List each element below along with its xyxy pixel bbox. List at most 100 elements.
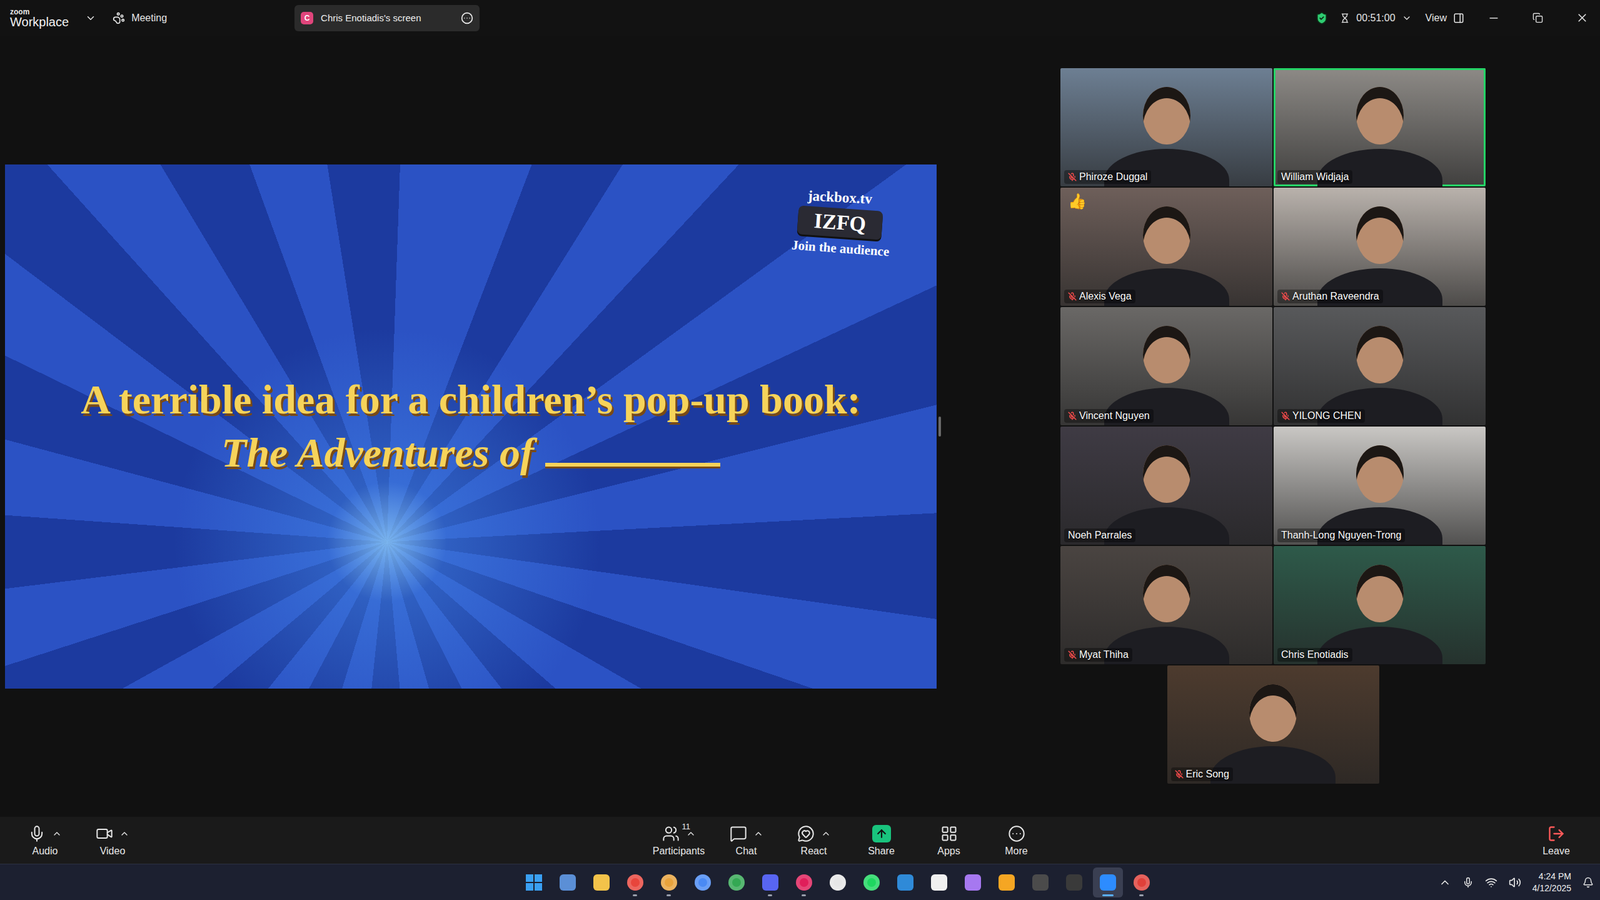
taskbar-app[interactable] [620,867,651,898]
notification-icon[interactable] [1582,876,1594,888]
video-tile[interactable]: Phiroze Duggal [1060,68,1273,187]
video-tile[interactable]: Vincent Nguyen [1060,306,1273,426]
taskbar-app[interactable] [1126,867,1157,898]
participant-name: Eric Song [1186,768,1230,780]
show-hidden-icon[interactable] [1438,875,1452,889]
hourglass-icon [1339,13,1350,24]
taskbar-app[interactable] [552,867,583,898]
person-head [1142,206,1191,264]
restore-button[interactable] [1519,0,1556,36]
taskbar-app[interactable] [890,867,921,898]
video-tile[interactable]: YILONG CHEN [1273,306,1486,426]
chevron-down-icon [85,12,97,24]
tool-label: React [800,845,828,857]
participant-name: William Widjaja [1281,171,1349,183]
app-icon [694,874,711,891]
video-tile[interactable]: Myat Thiha [1060,545,1273,665]
encryption-shield-icon[interactable] [1314,11,1329,26]
video-tile[interactable]: Noeh Parrales [1060,426,1273,545]
app-icon [795,874,813,891]
taskbar-app[interactable] [822,867,853,898]
person-head [1356,325,1404,384]
video-button[interactable]: Video [81,821,144,860]
shared-screen-area: jackbox.tvIZFQJoin the audienceA terribl… [5,35,937,817]
taskbar-app[interactable] [654,867,685,898]
chevron-down-icon [1401,13,1412,24]
more-button[interactable]: More [985,821,1048,860]
app-menu-button[interactable] [82,8,99,28]
caret-up-icon[interactable] [51,828,62,839]
view-layout-icon [1453,12,1465,24]
tool-icon-row [95,824,130,843]
react-icon [797,824,815,843]
taskbar-app[interactable] [924,867,955,898]
video-tile[interactable]: Eric Song [1167,665,1380,784]
person-head [1142,445,1191,503]
app-icon [1066,874,1083,891]
name-tag: Phiroze Duggal [1064,170,1152,184]
timer[interactable]: 00:51:00 [1337,8,1414,28]
leave-button[interactable]: Leave [1524,821,1588,860]
participants-icon [662,824,680,843]
share-pill[interactable]: CChris Enotiadis's screen [294,5,480,32]
caret-up-icon[interactable] [753,828,764,839]
video-tile[interactable]: Chris Enotiadis [1273,545,1486,665]
taskbar-app[interactable] [1092,867,1123,898]
video-tile[interactable]: Aruthan Raveendra [1273,187,1486,306]
taskbar-app[interactable] [1059,867,1090,898]
tool-label: Participants [652,845,706,857]
microphone-in-use-icon[interactable] [1462,876,1474,888]
taskbar-app[interactable] [991,867,1022,898]
split-handle[interactable] [938,416,941,437]
taskbar-app[interactable] [586,867,617,898]
chat-button[interactable]: Chat [715,821,778,860]
muted-mic-icon [1281,411,1290,421]
taskbar-app[interactable] [856,867,887,898]
options-icon[interactable] [460,11,474,25]
video-tile[interactable]: Thanh-Long Nguyen-Trong [1273,426,1486,545]
volume-icon[interactable] [1508,875,1522,889]
app-icon [660,874,678,891]
game-prompt: A terrible idea for a children’s pop-up … [26,374,915,478]
react-button[interactable]: React [782,821,846,860]
share-icon [872,824,891,843]
taskbar-app[interactable] [957,867,988,898]
tool-label: Audio [32,845,59,857]
muted-mic-icon [1067,650,1077,660]
tool-icon-row [872,824,891,843]
person-head [1142,325,1191,384]
taskbar-app[interactable] [687,867,718,898]
audio-button[interactable]: Audio [13,821,77,860]
tool-icon-row [797,824,831,843]
taskbar-app[interactable] [721,867,752,898]
tool-label: Share [867,845,895,857]
apps-button[interactable]: Apps [917,821,981,860]
close-button[interactable] [1564,0,1600,36]
windows-logo-icon [525,874,543,891]
participants-button[interactable]: 11Participants [647,821,711,860]
video-tile[interactable]: 👍Alexis Vega [1060,187,1273,306]
share-button[interactable]: Share [850,821,913,860]
video-tile[interactable]: William Widjaja [1273,68,1486,187]
running-indicator [767,894,773,896]
caret-up-icon[interactable] [820,828,831,839]
meeting-button[interactable]: Meeting [110,8,170,29]
app-icon [1099,874,1117,891]
taskbar-app[interactable] [518,867,549,898]
wifi-icon[interactable] [1484,875,1498,889]
toolbar-center: 11ParticipantsChat React Share AppsMore [647,821,1048,860]
taskbar-app[interactable] [1025,867,1056,898]
muted-mic-icon [1067,172,1077,182]
person-head [1356,445,1404,503]
taskbar-app[interactable] [789,867,820,898]
clock[interactable]: 4:24 PM4/12/2025 [1532,870,1572,893]
taskbar-app[interactable] [755,867,786,898]
caret-up-icon[interactable] [119,828,130,839]
minimize-button[interactable] [1475,0,1512,36]
participant-name: Alexis Vega [1079,290,1132,302]
name-tag: Eric Song [1171,767,1233,781]
view-button[interactable]: View [1423,8,1467,28]
muted-mic-icon [1067,411,1077,421]
title-bar-right: 00:51:00 View [1314,0,1600,36]
muted-mic-icon [1067,291,1077,301]
